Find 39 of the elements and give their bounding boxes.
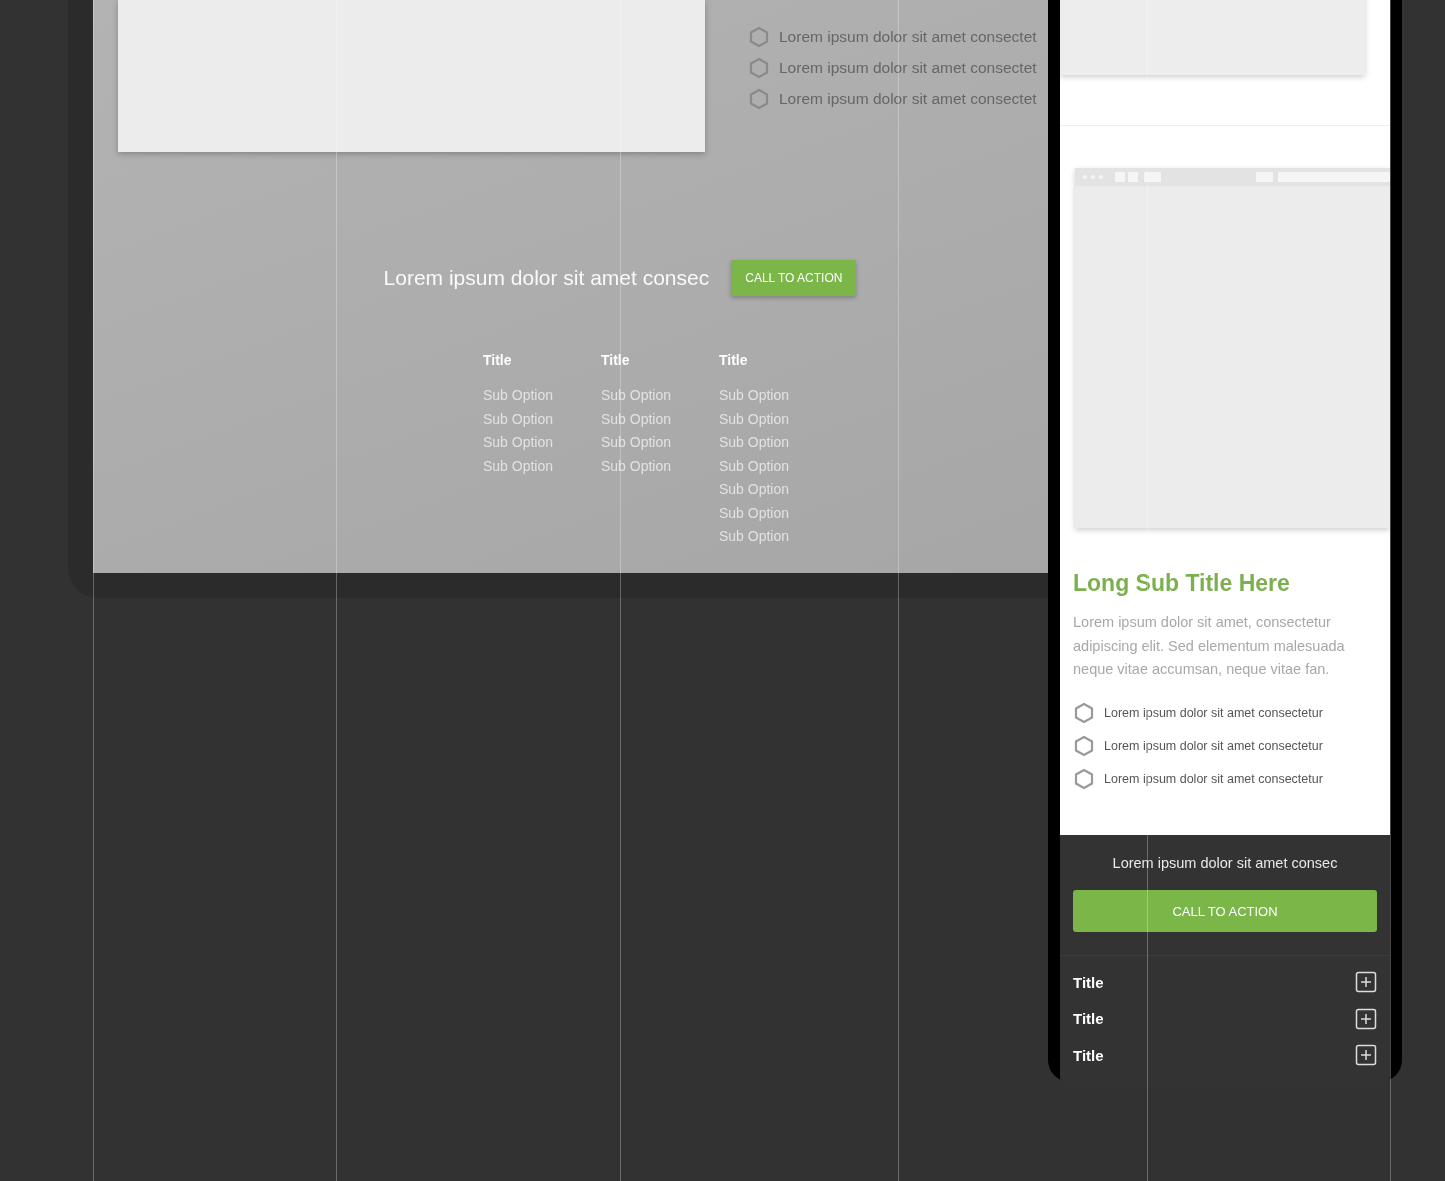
accordion-title[interactable]: Title bbox=[1073, 973, 1104, 991]
footer-link[interactable]: Sub Option bbox=[601, 407, 719, 431]
footer-link[interactable]: Sub Option bbox=[719, 407, 837, 431]
hexagon-icon bbox=[748, 88, 770, 110]
footer-link[interactable]: Sub Option bbox=[719, 525, 837, 549]
footer-link[interactable]: Sub Option bbox=[719, 431, 837, 455]
list-item-text: Lorem ipsum dolor sit amet consectetur bbox=[1104, 705, 1323, 720]
cta-button[interactable]: CALL TO ACTION bbox=[1073, 890, 1377, 932]
body-paragraph: Lorem ipsum dolor sit amet, consectetur adipiscing elit. Sed elementum malesuada neque vitae accumsan, neque vitae fan. bbox=[1073, 613, 1346, 679]
list-item-text: Lorem ipsum dolor sit amet consectetur bbox=[1104, 738, 1323, 753]
list-item-text: Lorem ipsum dolor sit amet consectet bbox=[779, 59, 1037, 77]
footer-link[interactable]: Sub Option bbox=[483, 431, 601, 455]
footer-link[interactable]: Sub Option bbox=[719, 454, 837, 478]
hexagon-icon bbox=[1073, 734, 1095, 757]
plus-icon[interactable] bbox=[1355, 1044, 1377, 1067]
cta-text: Lorem ipsum dolor sit amet consec bbox=[383, 266, 710, 290]
footer-link[interactable]: Sub Option bbox=[601, 431, 719, 455]
footer-link[interactable]: Sub Option bbox=[719, 384, 837, 408]
plus-icon[interactable] bbox=[1355, 1007, 1377, 1030]
list-item-text: Lorem ipsum dolor sit amet consectetur bbox=[1104, 771, 1323, 786]
plus-icon[interactable] bbox=[1355, 971, 1377, 994]
footer-column-title: Title bbox=[483, 352, 513, 368]
footer-link[interactable]: Sub Option bbox=[719, 501, 837, 525]
footer-link[interactable]: Sub Option bbox=[719, 478, 837, 502]
list-item-text: Lorem ipsum dolor sit amet consectet bbox=[779, 28, 1037, 46]
cta-text: Lorem ipsum dolor sit amet consec bbox=[1111, 855, 1339, 871]
hexagon-icon bbox=[1073, 767, 1095, 790]
list-item-text: Lorem ipsum dolor sit amet consectet bbox=[779, 90, 1037, 108]
accordion-title[interactable]: Title bbox=[1073, 1010, 1104, 1028]
footer-link[interactable]: Sub Option bbox=[483, 454, 601, 478]
accordion-title[interactable]: Title bbox=[1073, 1046, 1104, 1064]
section-subtitle: Long Sub Title Here bbox=[1073, 570, 1291, 597]
footer-column-title: Title bbox=[601, 352, 631, 368]
cta-button[interactable]: CALL TO ACTION bbox=[731, 260, 857, 296]
footer-link[interactable]: Sub Option bbox=[601, 454, 719, 478]
footer-column-title: Title bbox=[719, 352, 749, 368]
hexagon-icon bbox=[748, 26, 770, 48]
hexagon-icon bbox=[1073, 701, 1095, 724]
hexagon-icon bbox=[748, 57, 770, 79]
